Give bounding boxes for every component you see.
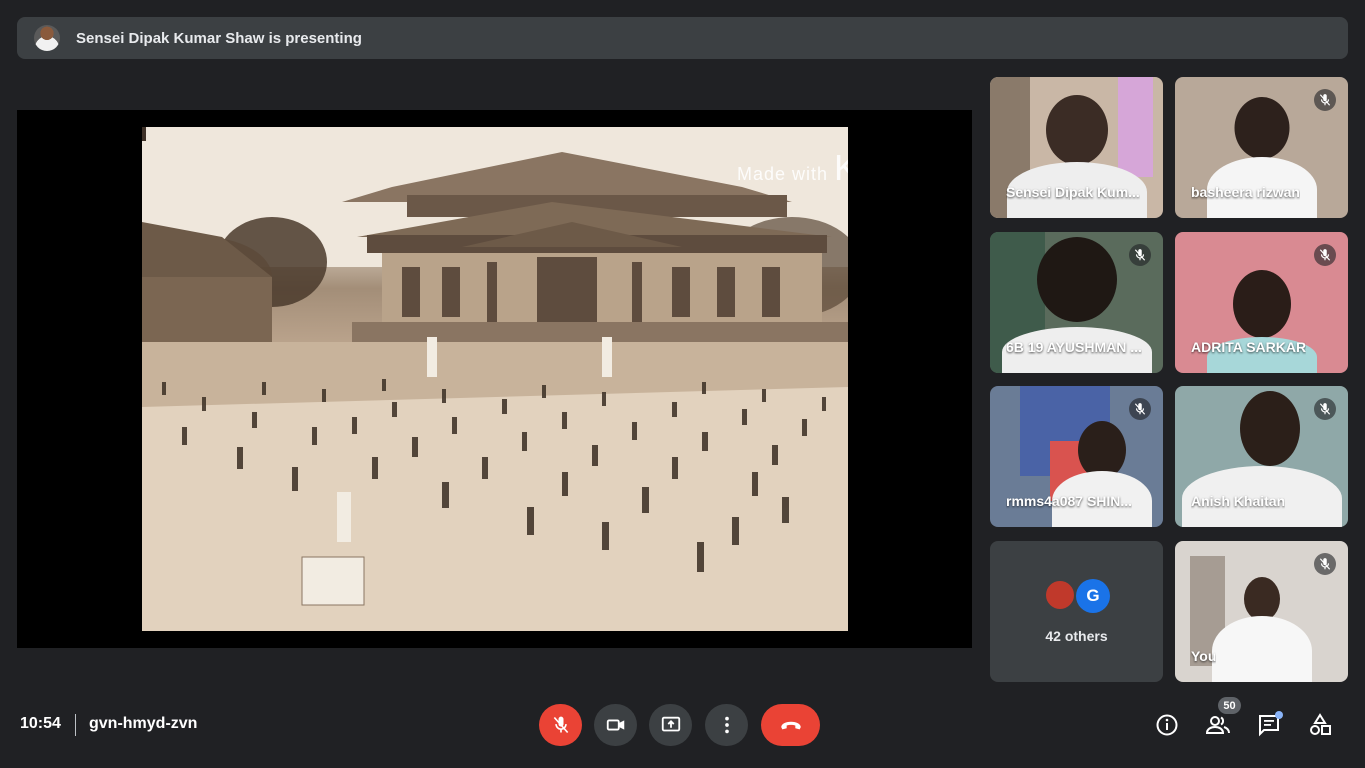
- participant-name: 6B 19 AYUSHMAN ...: [1006, 339, 1142, 355]
- participant-name: Anish Khaitan: [1191, 493, 1286, 509]
- leave-call-button[interactable]: [761, 704, 820, 746]
- mic-off-icon: [1314, 244, 1336, 266]
- camera-icon: [606, 719, 624, 731]
- presenting-text: Sensei Dipak Kumar Shaw is presenting: [76, 29, 362, 47]
- participant-name: rmms4a087 SHIN...: [1006, 493, 1133, 509]
- presenter-avatar: [34, 25, 60, 51]
- participants-count-badge: 50: [1218, 697, 1241, 714]
- more-options-icon: [724, 716, 729, 734]
- meeting-time: 10:54: [20, 715, 61, 732]
- kinemaster-watermark: Made withKINEMASTER: [737, 147, 848, 188]
- others-tile[interactable]: G 42 others: [990, 541, 1163, 682]
- mic-off-icon: [1314, 398, 1336, 420]
- participant-name: ADRITA SARKAR: [1191, 339, 1307, 355]
- mic-off-icon: [553, 716, 568, 734]
- participant-tile-ayushman[interactable]: 6B 19 AYUSHMAN ...: [990, 232, 1163, 373]
- people-button[interactable]: [1204, 711, 1232, 739]
- participant-tile-sensei[interactable]: Sensei Dipak Kum...: [990, 77, 1163, 218]
- mic-toggle-button[interactable]: [539, 704, 582, 746]
- participant-tile-anish[interactable]: Anish Khaitan: [1175, 386, 1348, 527]
- camera-toggle-button[interactable]: [594, 704, 637, 746]
- mic-off-icon: [1129, 244, 1151, 266]
- mic-off-icon: [1314, 553, 1336, 575]
- participant-name: basheera rizwan: [1191, 184, 1300, 200]
- end-call-icon: [780, 721, 801, 730]
- avatar-letter: G: [1076, 579, 1110, 613]
- more-options-button[interactable]: [705, 704, 748, 746]
- dojo-photo: [142, 127, 848, 631]
- info-icon: [1156, 714, 1178, 736]
- meeting-code: gvn-hmyd-zvn: [89, 715, 198, 732]
- participant-tile-you[interactable]: You: [1175, 541, 1348, 682]
- participant-tile-basheera[interactable]: basheera rizwan: [1175, 77, 1348, 218]
- meeting-details-button[interactable]: [1153, 711, 1181, 739]
- present-screen-icon: [661, 716, 680, 732]
- present-now-button[interactable]: [649, 704, 692, 746]
- presentation-stage[interactable]: Made withKINEMASTER: [17, 110, 972, 648]
- activities-button[interactable]: [1306, 711, 1334, 739]
- people-icon: [1205, 716, 1230, 734]
- chat-notification-dot: [1275, 711, 1283, 719]
- other-participant-avatar: [1044, 579, 1076, 611]
- participant-tile-adrita[interactable]: ADRITA SARKAR: [1175, 232, 1348, 373]
- activities-icon: [1310, 713, 1331, 735]
- mic-off-icon: [1129, 398, 1151, 420]
- participant-name: You: [1191, 648, 1217, 664]
- participant-name: Sensei Dipak Kum...: [1006, 184, 1140, 200]
- presenting-banner: Sensei Dipak Kumar Shaw is presenting: [17, 17, 1348, 59]
- participant-tile-rmms[interactable]: rmms4a087 SHIN...: [990, 386, 1163, 527]
- divider: [75, 714, 76, 736]
- mic-off-icon: [1314, 89, 1336, 111]
- shared-video-frame: Made withKINEMASTER: [142, 127, 848, 631]
- others-count: 42 others: [1045, 628, 1108, 644]
